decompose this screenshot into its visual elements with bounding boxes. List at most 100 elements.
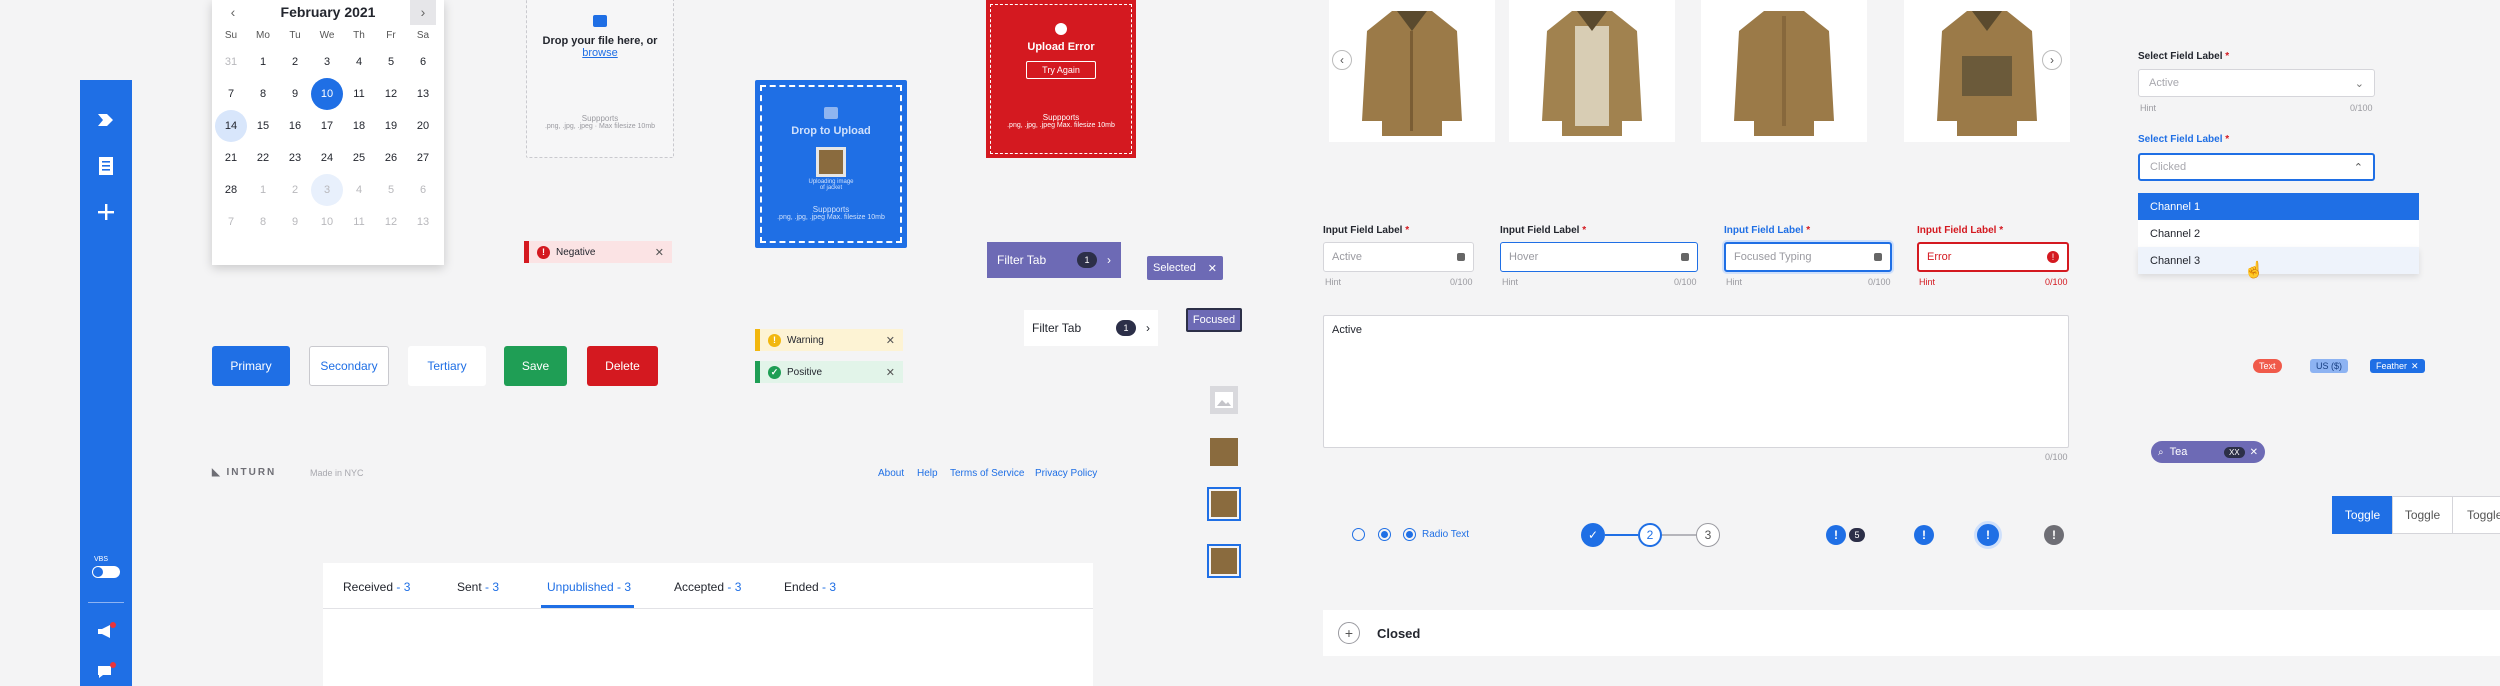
select-option[interactable]: Channel 3: [2138, 247, 2419, 274]
footer-link-about[interactable]: About: [878, 468, 904, 479]
sidebar-toggle[interactable]: [92, 566, 120, 578]
jacket-thumbnail-selected[interactable]: [1207, 544, 1241, 578]
select-option[interactable]: Channel 1: [2138, 193, 2419, 220]
calendar-day[interactable]: 1: [247, 174, 279, 206]
selected-chip[interactable]: Selected ✕: [1147, 256, 1223, 280]
add-icon[interactable]: [94, 200, 118, 224]
carousel-prev-button[interactable]: ‹: [1332, 50, 1352, 70]
footer-link-terms[interactable]: Terms of Service: [950, 468, 1024, 479]
chat-icon[interactable]: [94, 660, 118, 684]
radio-checked[interactable]: [1403, 528, 1416, 541]
calendar-day[interactable]: 27: [407, 142, 439, 174]
radio-unchecked[interactable]: [1352, 528, 1365, 541]
close-icon[interactable]: ✕: [2411, 361, 2419, 372]
calendar-day[interactable]: 1: [247, 46, 279, 78]
calendar-day[interactable]: 8: [247, 78, 279, 110]
step-upcoming[interactable]: 3: [1696, 523, 1720, 547]
select-option[interactable]: Channel 2: [2138, 220, 2419, 247]
calendar-day[interactable]: 2: [279, 174, 311, 206]
calendar-day[interactable]: 13: [407, 206, 439, 238]
calendar-day[interactable]: 19: [375, 110, 407, 142]
calendar-day[interactable]: 4: [343, 174, 375, 206]
calendar-day[interactable]: 9: [279, 206, 311, 238]
megaphone-icon[interactable]: [94, 620, 118, 644]
filter-tab[interactable]: Filter Tab 1 ›: [1024, 310, 1158, 346]
search-pill[interactable]: ⌕ Tea XX ✕: [2151, 441, 2265, 463]
calendar-day[interactable]: 2: [279, 46, 311, 78]
tertiary-button[interactable]: Tertiary: [408, 346, 486, 386]
footer-link-help[interactable]: Help: [917, 468, 938, 479]
calendar-day[interactable]: 10: [311, 206, 343, 238]
calendar-day[interactable]: 7: [215, 78, 247, 110]
toggle-option[interactable]: Toggle: [2392, 496, 2453, 534]
radio-checked[interactable]: [1378, 528, 1391, 541]
browse-link[interactable]: browse: [527, 47, 673, 59]
tab-received[interactable]: Received - 3: [343, 580, 410, 594]
calendar-day[interactable]: 21: [215, 142, 247, 174]
calendar-day[interactable]: 8: [247, 206, 279, 238]
close-icon[interactable]: ✕: [2250, 447, 2258, 458]
calendar-day[interactable]: 12: [375, 78, 407, 110]
dropzone-active[interactable]: Drop to Upload Uploading image of jacket…: [755, 80, 907, 248]
toggle-option[interactable]: Toggle: [2452, 496, 2500, 534]
tab-unpublished[interactable]: Unpublished - 3: [547, 580, 631, 594]
tab-ended[interactable]: Ended - 3: [784, 580, 836, 594]
calendar-day[interactable]: 31: [215, 46, 247, 78]
text-input-hover[interactable]: Hover: [1500, 242, 1698, 272]
calendar-day[interactable]: 5: [375, 46, 407, 78]
text-input-focused[interactable]: Focused Typing: [1724, 242, 1892, 272]
calendar-day[interactable]: 11: [343, 78, 375, 110]
calendar-day[interactable]: 16: [279, 110, 311, 142]
step-complete[interactable]: ✓: [1581, 523, 1605, 547]
calendar-day[interactable]: 24: [311, 142, 343, 174]
calendar-day[interactable]: 18: [343, 110, 375, 142]
save-button[interactable]: Save: [504, 346, 567, 386]
calendar-day[interactable]: 25: [343, 142, 375, 174]
calendar-day[interactable]: 3: [311, 46, 343, 78]
close-icon[interactable]: ✕: [886, 366, 895, 379]
jacket-image[interactable]: [1329, 0, 1495, 142]
calendar-day[interactable]: 17: [311, 110, 343, 142]
carousel-next-button[interactable]: ›: [2042, 50, 2062, 70]
text-input-active[interactable]: Active: [1323, 242, 1474, 272]
text-input-error[interactable]: Error !: [1917, 242, 2069, 272]
calendar-day[interactable]: 6: [407, 46, 439, 78]
calendar-day[interactable]: 15: [247, 110, 279, 142]
jacket-thumbnail-selected[interactable]: [1207, 487, 1241, 521]
step-current[interactable]: 2: [1638, 523, 1662, 547]
calendar-day[interactable]: 4: [343, 46, 375, 78]
calendar-day[interactable]: 5: [375, 174, 407, 206]
delete-button[interactable]: Delete: [587, 346, 658, 386]
secondary-button[interactable]: Secondary: [309, 346, 389, 386]
calendar-day[interactable]: 13: [407, 78, 439, 110]
calendar-day[interactable]: 14: [215, 110, 247, 142]
tab-sent[interactable]: Sent - 3: [457, 580, 499, 594]
filter-tab-active[interactable]: Filter Tab 1 ›: [987, 242, 1121, 278]
jacket-image[interactable]: [1509, 0, 1675, 142]
prev-month-button[interactable]: ‹: [220, 0, 246, 25]
close-icon[interactable]: ✕: [1208, 262, 1217, 275]
select-clicked[interactable]: Clicked ⌃: [2138, 153, 2375, 181]
close-icon[interactable]: ✕: [655, 246, 664, 259]
close-icon[interactable]: ✕: [886, 334, 895, 347]
calendar-day[interactable]: 11: [343, 206, 375, 238]
footer-link-privacy[interactable]: Privacy Policy: [1035, 468, 1097, 479]
calendar-day[interactable]: 9: [279, 78, 311, 110]
calendar-day[interactable]: 23: [279, 142, 311, 174]
jacket-image[interactable]: [1904, 0, 2070, 142]
calendar-day[interactable]: 3: [311, 174, 343, 206]
primary-button[interactable]: Primary: [212, 346, 290, 386]
calendar-day[interactable]: 10: [311, 78, 343, 110]
calendar-day[interactable]: 28: [215, 174, 247, 206]
toggle-option-active[interactable]: Toggle: [2332, 496, 2393, 534]
calendar-day[interactable]: 22: [247, 142, 279, 174]
tab-accepted[interactable]: Accepted - 3: [674, 580, 741, 594]
textarea[interactable]: Active: [1323, 315, 2069, 448]
accordion-closed[interactable]: + Closed: [1323, 610, 2500, 656]
jacket-image[interactable]: [1701, 0, 1867, 142]
tag-icon[interactable]: [94, 108, 118, 132]
file-dropzone[interactable]: Drop your file here, or browse Suppports…: [526, 0, 674, 158]
next-month-button[interactable]: ›: [409, 0, 436, 25]
try-again-button[interactable]: Try Again: [1026, 61, 1096, 79]
document-icon[interactable]: [94, 154, 118, 178]
